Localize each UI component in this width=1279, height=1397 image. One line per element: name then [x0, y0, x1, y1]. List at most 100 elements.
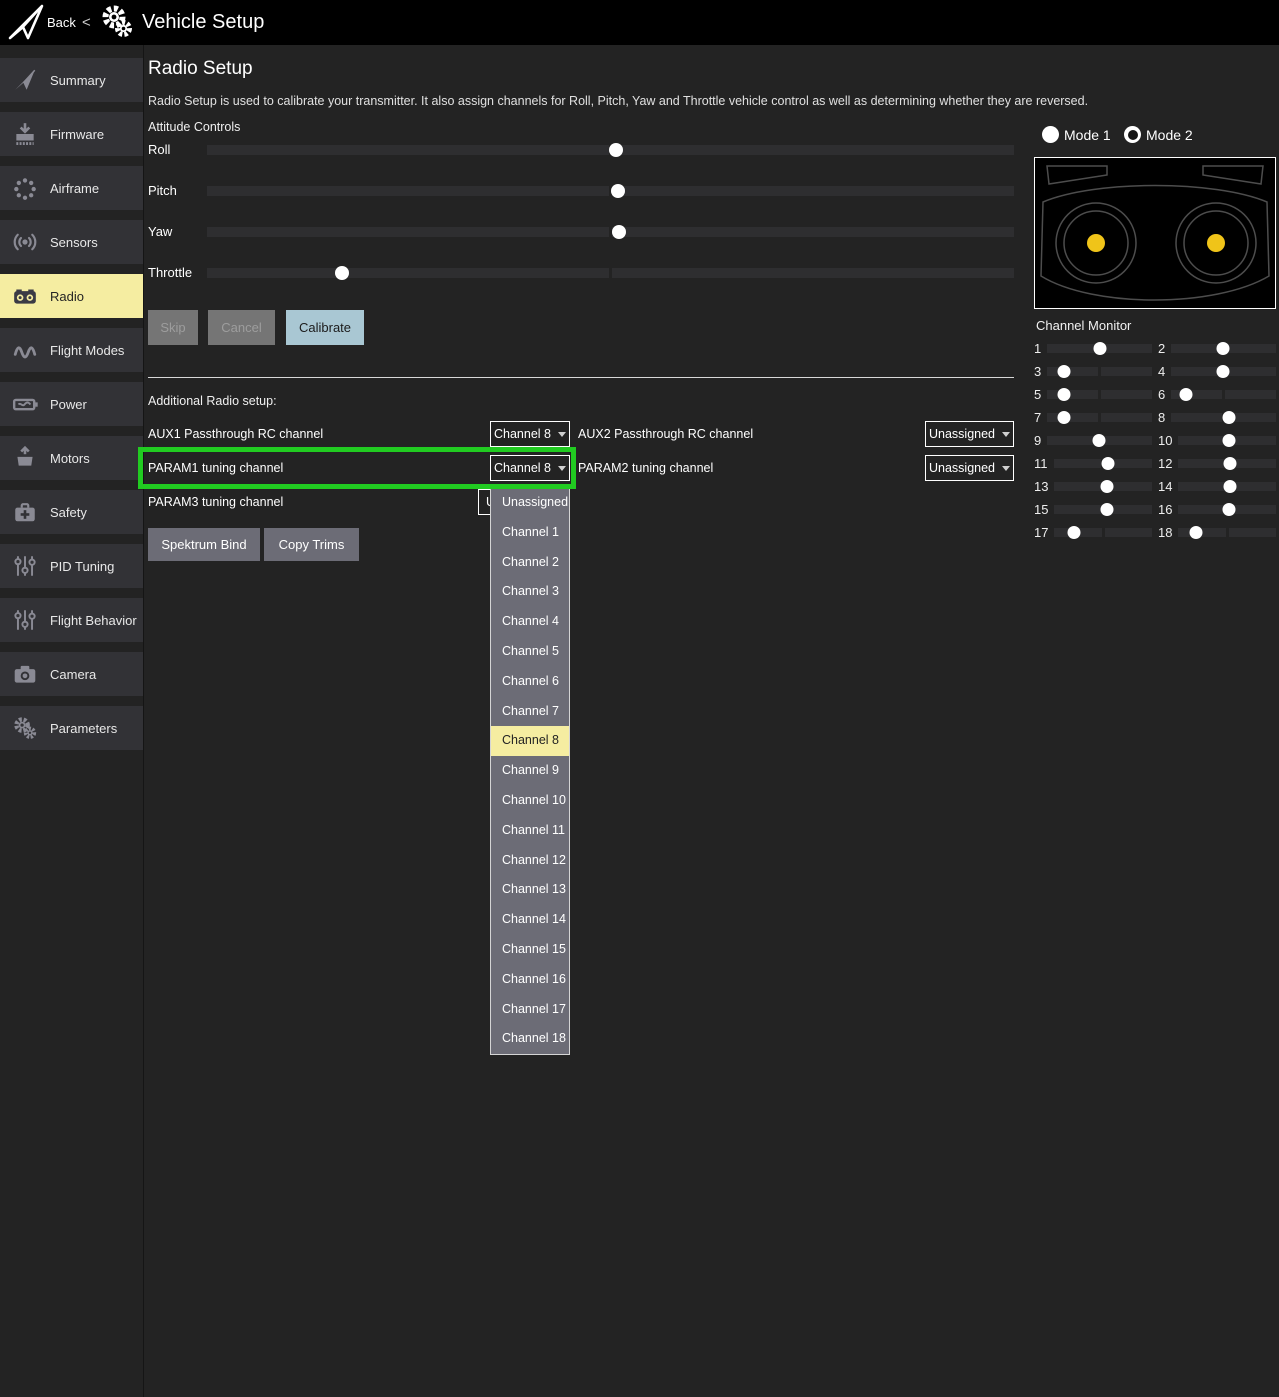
dropdown-option[interactable]: Channel 14 [491, 905, 569, 935]
channel-monitor-row: 1 [1034, 337, 1152, 360]
sidebar-item-label: Parameters [50, 721, 117, 736]
sidebar-item-safety[interactable]: Safety [0, 490, 143, 534]
sidebar-item-label: Flight Modes [50, 343, 124, 358]
dropdown-option[interactable]: Channel 2 [491, 548, 569, 578]
param1-channel-combo[interactable]: Channel 8 [490, 455, 570, 481]
channel-number: 10 [1158, 433, 1172, 448]
dropdown-option[interactable]: Channel 17 [491, 995, 569, 1025]
mode1-label[interactable]: Mode 1 [1064, 127, 1111, 143]
sidebar-item-label: Firmware [50, 127, 104, 142]
dropdown-option[interactable]: Channel 12 [491, 846, 569, 876]
calibrate-button[interactable]: Calibrate [286, 310, 364, 345]
sidebar-item-camera[interactable]: Camera [0, 652, 143, 696]
channel-number: 9 [1034, 433, 1041, 448]
aux2-channel-combo[interactable]: Unassigned [925, 421, 1014, 447]
sidebar-item-firmware[interactable]: Firmware [0, 112, 143, 156]
dropdown-option[interactable]: Channel 11 [491, 816, 569, 846]
sidebar-item-radio[interactable]: Radio [0, 274, 143, 318]
sidebar-item-summary[interactable]: Summary [0, 58, 143, 102]
dropdown-option-selected[interactable]: Channel 8 [491, 726, 569, 756]
copy-trims-button[interactable]: Copy Trims [264, 528, 359, 561]
channel-number: 14 [1158, 479, 1172, 494]
channel-value-dot [1057, 411, 1070, 424]
mode2-label[interactable]: Mode 2 [1146, 127, 1193, 143]
dropdown-option[interactable]: Channel 16 [491, 965, 569, 995]
channel-track [1171, 413, 1276, 422]
caret-down-icon [1002, 432, 1010, 437]
mode1-radio-button[interactable] [1042, 126, 1059, 143]
roll-slider-thumb [609, 143, 623, 157]
channel-monitor-row: 2 [1158, 337, 1276, 360]
channel-value-dot [1216, 342, 1229, 355]
dropdown-option[interactable]: Channel 13 [491, 875, 569, 905]
dropdown-option[interactable]: Channel 10 [491, 786, 569, 816]
channel-number: 16 [1158, 502, 1172, 517]
channel-track [1047, 367, 1152, 376]
caret-down-icon [558, 466, 566, 471]
channel-track [1171, 367, 1276, 376]
sidebar-item-label: Safety [50, 505, 87, 520]
mode2-radio-button[interactable] [1124, 126, 1141, 143]
caret-down-icon [558, 432, 566, 437]
radio-setup-description: Radio Setup is used to calibrate your tr… [148, 94, 1088, 108]
dropdown-option[interactable]: Channel 15 [491, 935, 569, 965]
channel-monitor-row: 5 [1034, 383, 1152, 406]
channel-track [1054, 459, 1153, 468]
channel-monitor-row: 15 [1034, 498, 1152, 521]
channel-monitor-row: 12 [1158, 452, 1276, 475]
paper-plane-logo-icon[interactable] [6, 2, 46, 47]
channel-track [1047, 436, 1152, 445]
dropdown-option[interactable]: Channel 5 [491, 637, 569, 667]
channel-track [1178, 528, 1276, 537]
sidebar-item-flight-behavior[interactable]: Flight Behavior [0, 598, 143, 642]
aux1-channel-combo[interactable]: Channel 8 [490, 421, 570, 447]
aux1-channel-value: Channel 8 [494, 427, 551, 441]
channel-number: 17 [1034, 525, 1048, 540]
sidebar-item-pid-tuning[interactable]: PID Tuning [0, 544, 143, 588]
sidebar-item-airframe[interactable]: Airframe [0, 166, 143, 210]
channel-number: 8 [1158, 410, 1165, 425]
sliders-icon [8, 607, 42, 633]
radio-setup-title: Radio Setup [148, 58, 253, 80]
airframe-icon [8, 175, 42, 201]
sidebar-item-sensors[interactable]: Sensors [0, 220, 143, 264]
channel-value-dot [1222, 411, 1235, 424]
dropdown-option[interactable]: Channel 7 [491, 697, 569, 727]
param2-channel-combo[interactable]: Unassigned [925, 455, 1014, 481]
channel-number: 13 [1034, 479, 1048, 494]
dropdown-option[interactable]: Channel 18 [491, 1024, 569, 1054]
transmitter-diagram [1034, 157, 1276, 309]
sensors-icon [8, 229, 42, 255]
channel-monitor-row: 14 [1158, 475, 1276, 498]
aux2-channel-value: Unassigned [929, 427, 995, 441]
motor-icon [8, 445, 42, 471]
left-stick-dot [1087, 234, 1105, 252]
dropdown-option[interactable]: Channel 6 [491, 667, 569, 697]
back-button[interactable]: Back [47, 0, 76, 45]
channel-track [1047, 344, 1152, 353]
dropdown-option[interactable]: Channel 1 [491, 518, 569, 548]
dropdown-option[interactable]: Channel 3 [491, 577, 569, 607]
channel-monitor-row: 11 [1034, 452, 1152, 475]
sidebar-item-power[interactable]: Power [0, 382, 143, 426]
paper-plane-icon [8, 67, 42, 93]
cancel-button[interactable]: Cancel [208, 310, 275, 345]
channel-value-dot [1093, 342, 1106, 355]
section-divider [148, 377, 1014, 378]
sidebar-item-motors[interactable]: Motors [0, 436, 143, 480]
skip-button[interactable]: Skip [148, 310, 198, 345]
channel-number: 15 [1034, 502, 1048, 517]
channel-number: 11 [1034, 456, 1048, 471]
channel-monitor-row: 10 [1158, 429, 1276, 452]
dropdown-option[interactable]: Channel 4 [491, 607, 569, 637]
sidebar-item-label: Flight Behavior [50, 613, 137, 628]
pitch-slider [207, 184, 1014, 198]
dropdown-option[interactable]: Unassigned [491, 488, 569, 518]
sidebar-item-parameters[interactable]: Parameters [0, 706, 143, 750]
sidebar-item-label: Radio [50, 289, 84, 304]
spektrum-bind-button[interactable]: Spektrum Bind [148, 528, 260, 561]
param1-channel-value: Channel 8 [494, 461, 551, 475]
sidebar-item-flight-modes[interactable]: Flight Modes [0, 328, 143, 372]
channel-monitor-row: 4 [1158, 360, 1276, 383]
dropdown-option[interactable]: Channel 9 [491, 756, 569, 786]
